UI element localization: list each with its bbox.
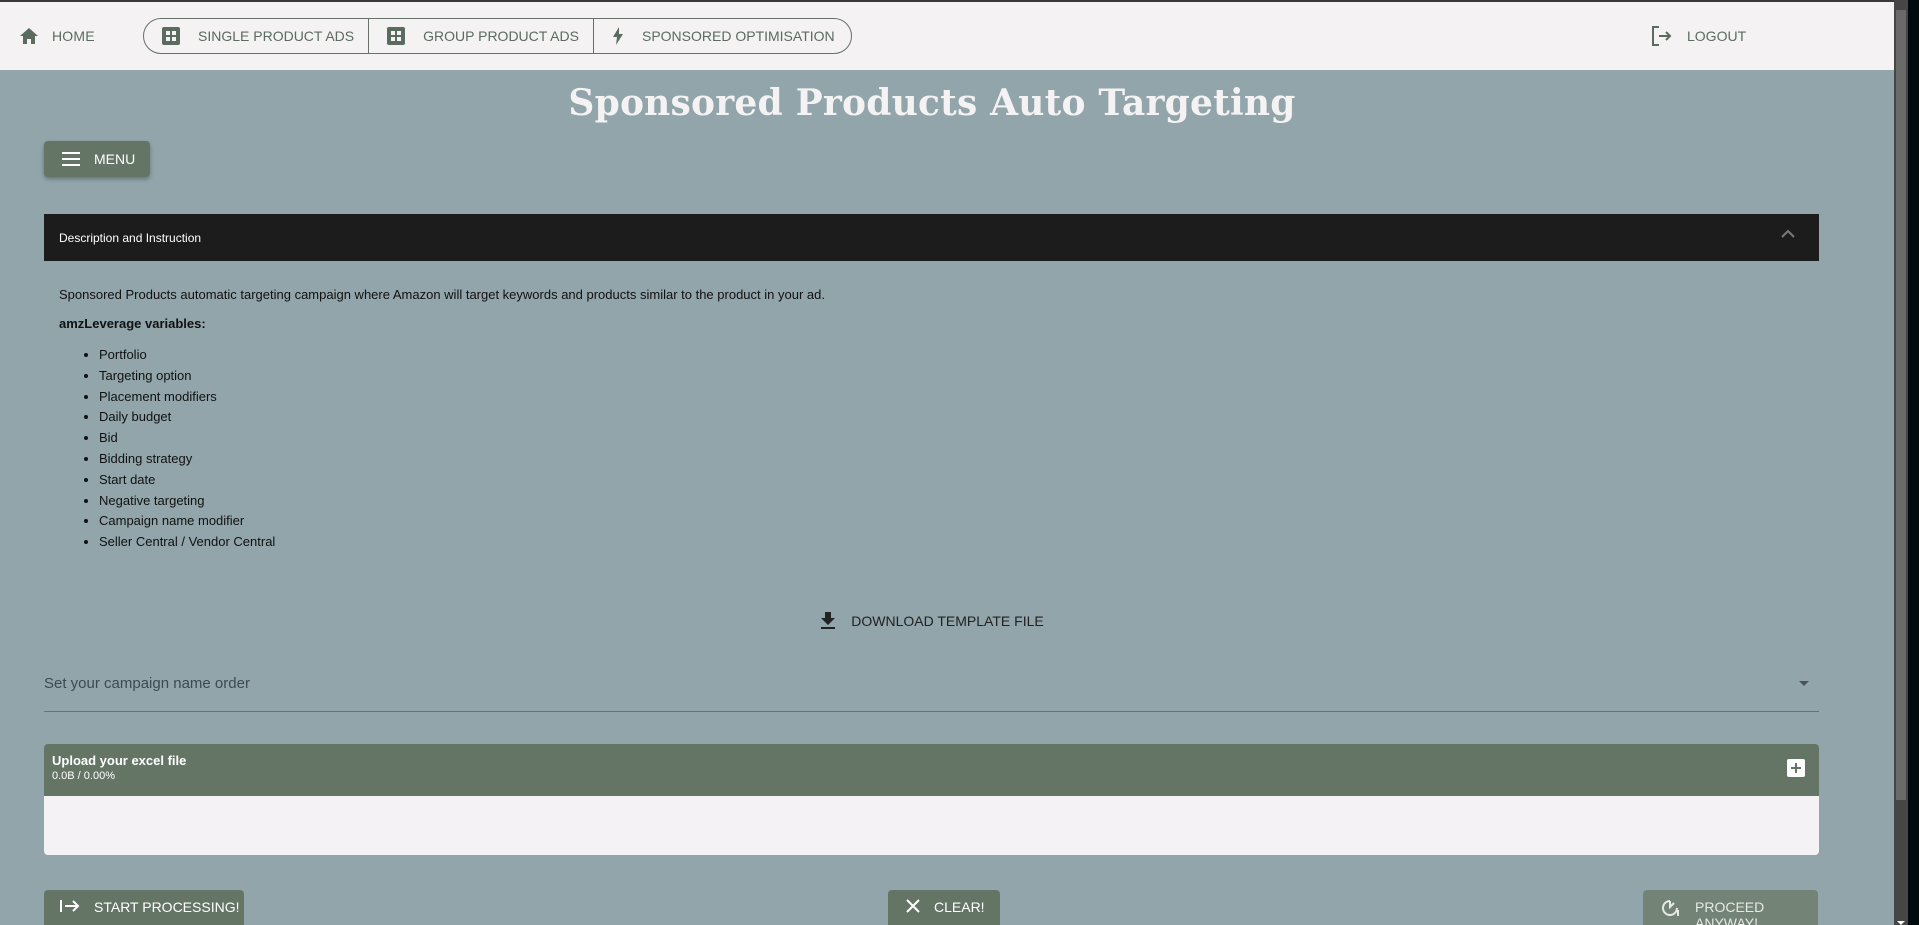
menu-button-label: MENU xyxy=(94,151,136,167)
campaign-name-order-placeholder: Set your campaign name order xyxy=(44,675,250,692)
logout-label: LOGOUT xyxy=(1687,28,1747,44)
variable-item: Daily budget xyxy=(99,407,825,428)
grid-icon xyxy=(162,27,180,45)
start-processing-button[interactable]: START PROCESSING! xyxy=(44,890,244,925)
upload-dropzone[interactable] xyxy=(44,796,1819,855)
grid-icon xyxy=(387,27,406,45)
add-file-button[interactable] xyxy=(1787,759,1805,777)
description-panel-title: Description and Instruction xyxy=(59,230,202,245)
variables-list: Portfolio Targeting option Placement mod… xyxy=(59,345,825,553)
variable-item: Targeting option xyxy=(99,366,825,387)
nav-sponsored-optimisation-label: SPONSORED OPTIMISATION xyxy=(641,28,835,44)
description-text: Sponsored Products automatic targeting c… xyxy=(59,287,825,302)
variable-item: Bid xyxy=(99,428,825,449)
campaign-name-order-select[interactable]: Set your campaign name order xyxy=(44,667,1819,712)
download-template-button[interactable]: DOWNLOAD TEMPLATE FILE xyxy=(820,612,1044,630)
description-panel-body: Sponsored Products automatic targeting c… xyxy=(59,287,825,553)
upload-status: 0.0B / 0.00% xyxy=(52,770,115,782)
nav-home-link[interactable]: HOME xyxy=(20,24,95,48)
dropdown-arrow-icon[interactable] xyxy=(1799,681,1809,686)
arrow-right-to-line-icon xyxy=(60,899,80,913)
nav-home-label: HOME xyxy=(52,28,95,44)
page-title: Sponsored Products Auto Targeting xyxy=(568,82,1296,124)
variable-item: Portfolio xyxy=(99,345,825,366)
variables-heading: amzLeverage variables: xyxy=(59,316,206,331)
proceed-anyway-button[interactable]: PROCEED ANYWAY! xyxy=(1643,890,1818,925)
variable-item: Bidding strategy xyxy=(99,449,825,470)
menu-button[interactable]: MENU xyxy=(44,141,150,177)
nav-group-product-ads[interactable]: GROUP PRODUCT ADS xyxy=(369,19,594,53)
lightning-icon xyxy=(612,27,624,45)
start-processing-label: START PROCESSING! xyxy=(94,899,240,915)
proceed-anyway-label: PROCEED ANYWAY! xyxy=(1695,899,1765,925)
top-navbar: HOME SINGLE PRODUCT ADS GROUP PRODUCT AD… xyxy=(0,2,1894,70)
plus-icon xyxy=(1790,762,1802,774)
nav-single-product-ads-label: SINGLE PRODUCT ADS xyxy=(198,28,355,44)
upload-panel: Upload your excel file 0.0B / 0.00% xyxy=(44,744,1819,855)
logout-button[interactable]: LOGOUT xyxy=(1651,24,1746,48)
clear-button[interactable]: CLEAR! xyxy=(888,890,1000,925)
close-icon xyxy=(906,899,920,913)
variable-item: Start date xyxy=(99,470,825,491)
hamburger-menu-icon xyxy=(62,152,80,166)
logout-icon xyxy=(1651,26,1673,46)
upload-panel-header: Upload your excel file 0.0B / 0.00% xyxy=(44,744,1819,796)
nav-sponsored-optimisation[interactable]: SPONSORED OPTIMISATION xyxy=(594,19,851,53)
variable-item: Seller Central / Vendor Central xyxy=(99,532,825,553)
download-icon xyxy=(820,612,836,630)
variable-item: Placement modifiers xyxy=(99,387,825,408)
window-edge xyxy=(1908,0,1919,925)
download-template-label: DOWNLOAD TEMPLATE FILE xyxy=(851,613,1044,629)
nav-button-group: SINGLE PRODUCT ADS GROUP PRODUCT ADS SPO… xyxy=(143,18,852,54)
download-row: DOWNLOAD TEMPLATE FILE xyxy=(0,612,1864,630)
home-icon xyxy=(20,28,38,44)
variable-item: Campaign name modifier xyxy=(99,511,825,532)
clear-label: CLEAR! xyxy=(934,899,985,915)
spinner-icon xyxy=(1661,899,1681,917)
vertical-scrollbar[interactable] xyxy=(1894,0,1908,925)
scrollbar-thumb[interactable] xyxy=(1896,10,1906,800)
nav-group-product-ads-label: GROUP PRODUCT ADS xyxy=(423,28,579,44)
page-viewport: HOME SINGLE PRODUCT ADS GROUP PRODUCT AD… xyxy=(0,2,1894,925)
variable-item: Negative targeting xyxy=(99,491,825,512)
description-panel-header[interactable]: Description and Instruction xyxy=(44,214,1819,261)
nav-single-product-ads[interactable]: SINGLE PRODUCT ADS xyxy=(144,19,370,53)
chevron-up-icon[interactable] xyxy=(1781,229,1795,238)
scroll-down-arrow-icon[interactable] xyxy=(1897,912,1905,925)
upload-title: Upload your excel file xyxy=(52,753,187,768)
